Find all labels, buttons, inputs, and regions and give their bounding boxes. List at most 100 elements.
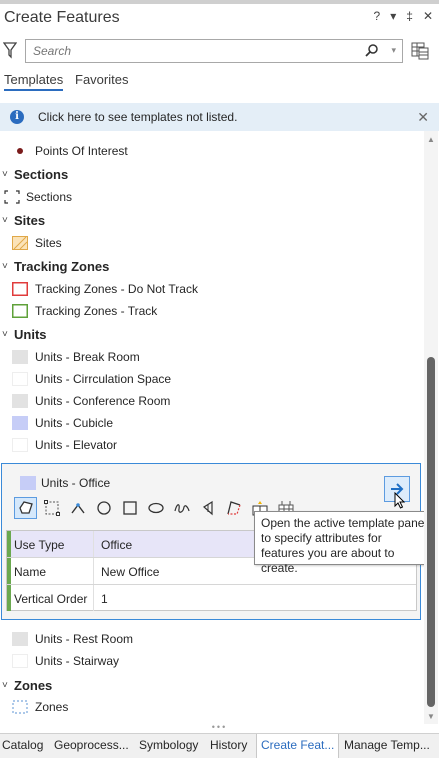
point-symbol-icon: [17, 148, 23, 154]
template-label: Units - Stairway: [35, 654, 120, 668]
elevator-symbol-icon: [12, 438, 28, 452]
row-indicator: [7, 531, 11, 557]
cubicle-symbol-icon: [12, 416, 28, 430]
conference-symbol-icon: [12, 394, 28, 408]
group-label: Sections: [14, 167, 69, 182]
autocomplete-polygon-tool-icon[interactable]: [222, 497, 245, 519]
tab-favorites[interactable]: Favorites: [75, 72, 128, 87]
template-item-tracking-do-not-track[interactable]: Tracking Zones - Do Not Track: [0, 278, 424, 300]
tab-create-features[interactable]: Create Feat...: [256, 734, 340, 758]
tab-catalog[interactable]: Catalog: [2, 738, 43, 752]
tooltip: Open the active template pane to specify…: [254, 511, 433, 575]
group-header-sections[interactable]: ˅ Sections: [0, 164, 424, 186]
close-icon[interactable]: ✕: [423, 9, 433, 23]
attribute-key: Name: [14, 565, 47, 579]
template-item-units-cubicle[interactable]: Units - Cubicle: [0, 412, 424, 434]
template-list: Points Of Interest ˅ Sections Sections ˅…: [0, 136, 424, 726]
scroll-up-icon[interactable]: ▲: [427, 135, 435, 144]
template-item-points-of-interest[interactable]: Points Of Interest: [0, 140, 424, 162]
template-item-units-stairway[interactable]: Units - Stairway: [0, 650, 424, 672]
scroll-down-icon[interactable]: ▼: [427, 712, 435, 721]
template-item-units-break-room[interactable]: Units - Break Room: [0, 346, 424, 368]
tab-symbology[interactable]: Symbology: [139, 738, 198, 752]
group-label: Sites: [14, 213, 46, 228]
attribute-value[interactable]: 1: [101, 592, 108, 606]
freehand-tool-icon[interactable]: [170, 497, 193, 519]
pin-icon[interactable]: ‡: [406, 9, 413, 23]
template-label: Units - Break Room: [35, 350, 140, 364]
scrollbar-thumb[interactable]: [427, 357, 435, 707]
attribute-value[interactable]: Office: [101, 538, 132, 552]
search-input[interactable]: [33, 43, 353, 59]
search-row: ▾: [0, 38, 439, 64]
info-icon: i: [10, 110, 24, 124]
group-label: Zones: [14, 678, 53, 693]
tab-templates[interactable]: Templates: [4, 72, 64, 91]
rectangle-vertex-tool-icon[interactable]: [40, 497, 63, 519]
search-options-dropdown-icon[interactable]: ▾: [391, 45, 396, 56]
break-room-symbol-icon: [12, 350, 28, 364]
template-label: Points Of Interest: [35, 144, 128, 158]
attribute-key: Use Type: [14, 538, 65, 552]
pane-title: Create Features: [4, 9, 120, 26]
template-item-sections[interactable]: Sections: [0, 186, 424, 208]
template-item-units-elevator[interactable]: Units - Elevator: [0, 434, 424, 456]
template-label: Sections: [26, 190, 73, 204]
group-label: Units: [14, 327, 47, 342]
group-label: Tracking Zones: [14, 259, 110, 274]
tab-history[interactable]: History: [210, 738, 247, 752]
rest-room-symbol-icon: [12, 632, 28, 646]
template-label: Units - Rest Room: [35, 632, 134, 646]
template-label: Units - Elevator: [35, 438, 118, 452]
help-icon[interactable]: ?: [374, 9, 381, 23]
pane-options-icon[interactable]: ▾: [390, 9, 396, 23]
bottom-pane-tabs: Catalog Geoprocess... Symbology History …: [0, 733, 439, 758]
section-symbol-icon: [4, 190, 20, 204]
template-item-units-circulation[interactable]: Units - Cirrculation Space: [0, 368, 424, 390]
search-box: ▾: [25, 39, 403, 63]
tab-geoprocessing[interactable]: Geoprocess...: [54, 738, 129, 752]
resize-grip-icon[interactable]: •••: [0, 723, 439, 733]
template-label: Zones: [35, 700, 69, 714]
tab-manage-templates[interactable]: Manage Temp...: [344, 738, 430, 752]
chevron-down-icon: ˅: [2, 215, 8, 226]
template-label: Tracking Zones - Track: [35, 304, 158, 318]
manage-templates-icon[interactable]: [411, 42, 429, 60]
trace-tool-icon[interactable]: [196, 497, 219, 519]
zone-symbol-icon: [12, 700, 28, 714]
polygon-tool-icon[interactable]: [14, 497, 37, 519]
template-item-sites[interactable]: Sites: [0, 232, 424, 254]
template-item-units-rest-room[interactable]: Units - Rest Room: [0, 628, 424, 650]
group-header-units[interactable]: ˅ Units: [0, 324, 424, 346]
row-indicator: [7, 558, 11, 584]
attribute-row[interactable]: Vertical Order 1: [7, 585, 416, 612]
circulation-symbol-icon: [12, 372, 28, 386]
chevron-down-icon: ˅: [2, 169, 8, 180]
template-item-units-office[interactable]: Units - Office: [2, 464, 420, 490]
ellipse-tool-icon[interactable]: [144, 497, 167, 519]
attribute-value[interactable]: New Office: [101, 565, 159, 579]
template-item-units-conference[interactable]: Units - Conference Room: [0, 390, 424, 412]
group-header-tracking-zones[interactable]: ˅ Tracking Zones: [0, 256, 424, 278]
mouse-cursor-icon: [394, 492, 406, 509]
info-bar: i Click here to see templates not listed…: [0, 103, 439, 131]
template-tabs: Templates Favorites: [0, 70, 439, 94]
rectangle-tool-icon[interactable]: [118, 497, 141, 519]
chevron-down-icon: ˅: [2, 261, 8, 272]
filter-icon[interactable]: [3, 41, 17, 59]
group-header-sites[interactable]: ˅ Sites: [0, 210, 424, 232]
row-indicator: [7, 585, 11, 611]
circle-tool-icon[interactable]: [92, 497, 115, 519]
template-item-tracking-track[interactable]: Tracking Zones - Track: [0, 300, 424, 322]
divider: [93, 558, 94, 584]
dismiss-info-icon[interactable]: ✕: [417, 109, 429, 126]
template-item-zones[interactable]: Zones: [0, 696, 424, 718]
site-symbol-icon: [12, 236, 28, 250]
vertical-scrollbar[interactable]: ▲ ▼: [424, 131, 438, 724]
right-angle-line-tool-icon[interactable]: [66, 497, 89, 519]
search-icon[interactable]: [364, 43, 380, 59]
template-label: Units - Conference Room: [35, 394, 171, 408]
office-symbol-icon: [20, 476, 36, 490]
group-header-zones[interactable]: ˅ Zones: [0, 675, 424, 697]
show-unlisted-templates-link[interactable]: Click here to see templates not listed.: [38, 110, 237, 124]
